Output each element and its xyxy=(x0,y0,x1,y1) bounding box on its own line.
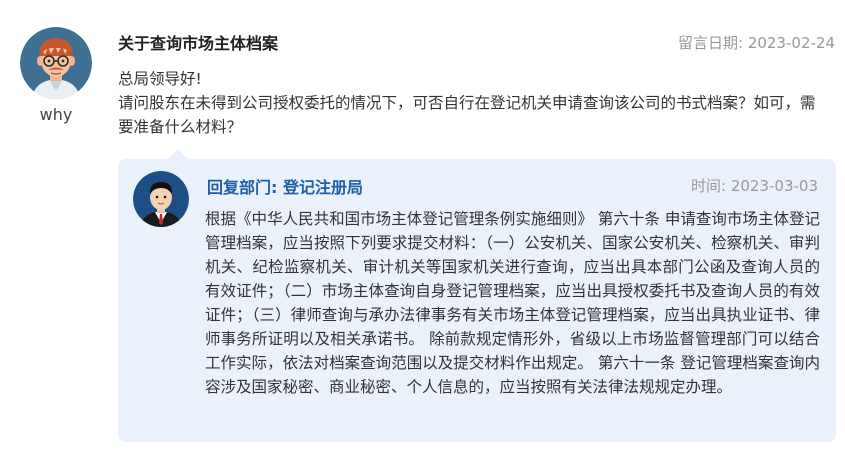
message-body: 总局领导好! 请问股东在未得到公司授权委托的情况下，可否自行在登记机关申请查询该… xyxy=(118,67,818,139)
reply-box: 回复部门: 登记注册局 时间: 2023-03-03 根据《中华人民共和国市场主… xyxy=(118,149,836,442)
asker-name: why xyxy=(39,105,73,124)
reply-avatar-icon xyxy=(133,171,189,227)
reply-department: 回复部门: 登记注册局 xyxy=(207,178,363,197)
reply-time: 时间: 2023-03-03 xyxy=(691,175,818,196)
message-greeting: 总局领导好! xyxy=(118,70,202,88)
message-page: why 关于查询市场主体档案 留言日期: 2023-02-24 总局领导好! 请… xyxy=(0,0,845,456)
asker-avatar-icon xyxy=(20,27,92,99)
message-title: 关于查询市场主体档案 xyxy=(118,34,279,53)
asker-block: why xyxy=(20,27,92,124)
reply-content: 根据《中华人民共和国市场主体登记管理条例实施细则》 第六十条 申请查询市场主体登… xyxy=(205,210,820,396)
reply-time-value: 2023-03-03 xyxy=(730,177,818,195)
message-date-label: 留言日期: xyxy=(677,34,744,52)
reply-time-label: 时间: xyxy=(690,177,727,195)
message-date-value: 2023-02-24 xyxy=(747,34,835,52)
message-content: 请问股东在未得到公司授权委托的情况下，可否自行在登记机关申请查询该公司的书式档案… xyxy=(118,94,816,136)
message-date: 留言日期: 2023-02-24 xyxy=(678,32,835,53)
